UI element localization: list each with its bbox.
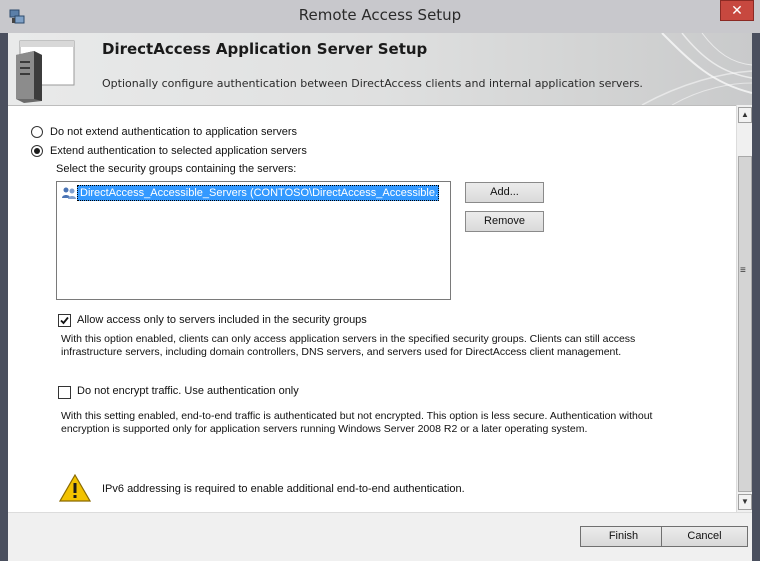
allow-access-description-1: With this option enabled, clients can on…: [61, 333, 636, 345]
remove-button[interactable]: Remove: [465, 211, 544, 232]
vertical-scrollbar[interactable]: ▲ ≡ ▼: [736, 105, 752, 512]
no-encrypt-description-2: encryption is supported only for applica…: [61, 423, 588, 435]
extend-label[interactable]: Extend authentication to selected applic…: [50, 145, 307, 157]
scroll-grip-icon: ≡: [740, 265, 746, 276]
no-extend-label[interactable]: Do not extend authentication to applicat…: [50, 126, 297, 138]
extend-radio[interactable]: [31, 145, 43, 157]
header-banner: DirectAccess Application Server Setup Op…: [8, 33, 752, 105]
server-icon: [16, 40, 75, 103]
title-bar[interactable]: Remote Access Setup ✕: [0, 0, 760, 33]
allow-access-checkbox[interactable]: [58, 314, 71, 327]
security-groups-list[interactable]: DirectAccess_Accessible_Servers (CONTOSO…: [56, 181, 451, 300]
group-icon: [62, 187, 76, 199]
scroll-down-button[interactable]: ▼: [738, 494, 752, 510]
decorative-swoosh: [641, 33, 752, 105]
scroll-thumb[interactable]: [738, 156, 752, 492]
checkmark-icon: [60, 316, 69, 325]
security-groups-prompt: Select the security groups containing th…: [56, 163, 297, 175]
warning-text: IPv6 addressing is required to enable ad…: [102, 483, 465, 495]
allow-access-description-2: infrastructure servers, including domain…: [61, 346, 622, 358]
footer-bar: Finish Cancel: [8, 512, 752, 561]
list-item-label: DirectAccess_Accessible_Servers (CONTOSO…: [77, 184, 439, 201]
window-title: Remote Access Setup: [298, 6, 462, 24]
list-item[interactable]: DirectAccess_Accessible_Servers (CONTOSO…: [61, 184, 439, 201]
add-button[interactable]: Add...: [465, 182, 544, 203]
remote-access-setup-window: Remote Access Setup ✕ DirectAccess Appli…: [0, 0, 760, 561]
scroll-up-button[interactable]: ▲: [738, 107, 752, 123]
no-extend-radio[interactable]: [31, 126, 43, 138]
no-encrypt-label[interactable]: Do not encrypt traffic. Use authenticati…: [77, 385, 299, 397]
page-title: DirectAccess Application Server Setup: [102, 40, 428, 58]
close-button[interactable]: ✕: [720, 0, 754, 21]
page-subtitle: Optionally configure authentication betw…: [102, 77, 643, 90]
no-encrypt-checkbox[interactable]: [58, 386, 71, 399]
warning-icon: [59, 474, 91, 502]
cancel-button[interactable]: Cancel: [661, 526, 748, 547]
finish-button[interactable]: Finish: [580, 526, 667, 547]
allow-access-label[interactable]: Allow access only to servers included in…: [77, 314, 367, 326]
no-encrypt-description-1: With this setting enabled, end-to-end tr…: [61, 410, 653, 422]
